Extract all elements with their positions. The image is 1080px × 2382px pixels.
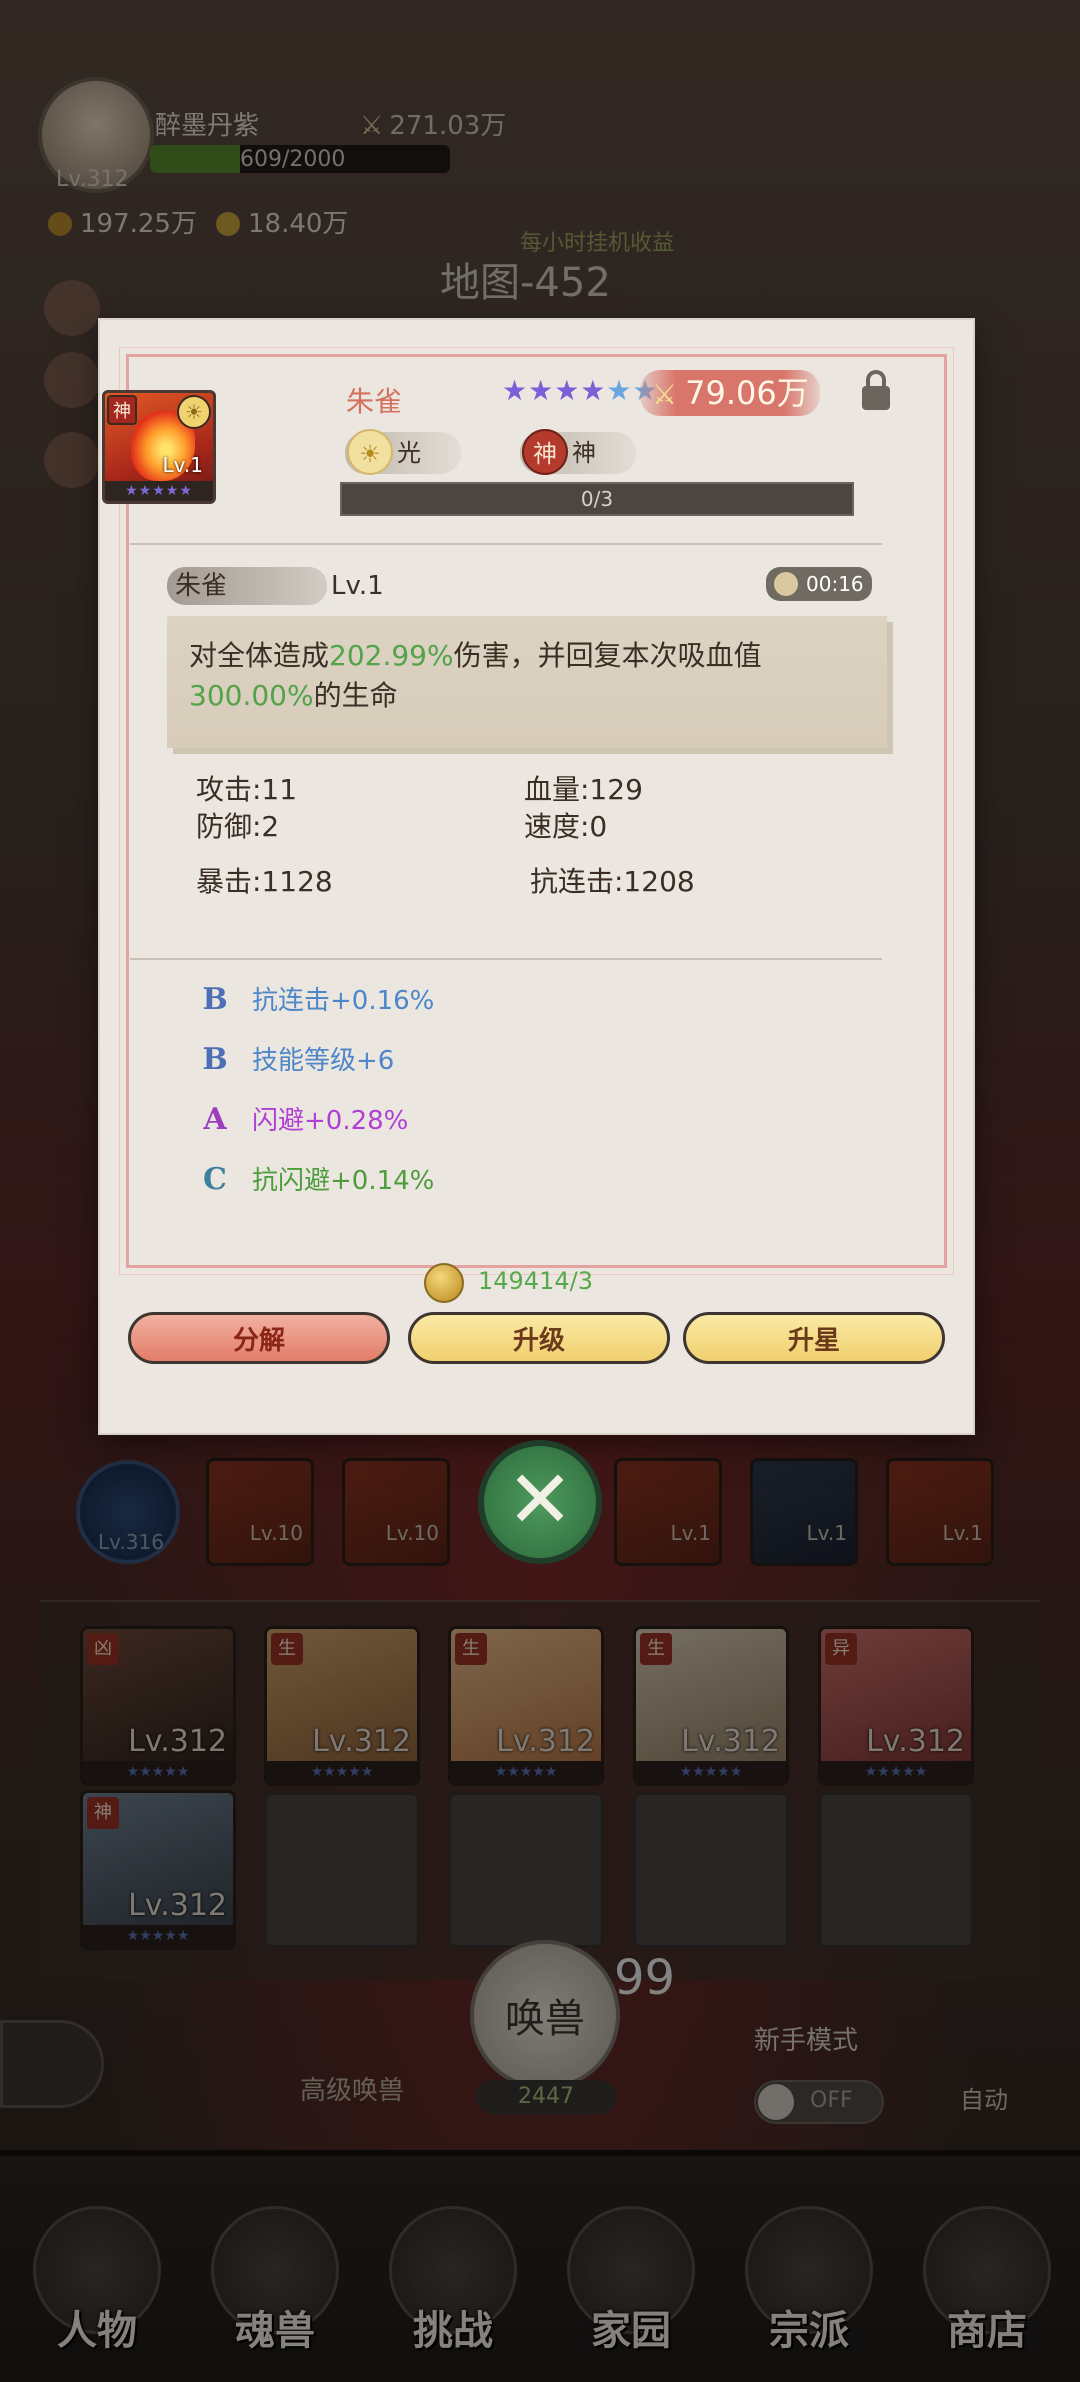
stat-speed: 速度:0 [524,810,608,843]
pet-portrait[interactable]: 神 ☀ Lv.1 ★★★★★ [102,390,216,504]
stat-defense: 防御:2 [196,810,280,843]
stat-anti-combo: 抗连击:1208 [530,865,695,898]
pet-card-level: Lv.1 [162,453,203,477]
sun-icon: ☀ [347,429,393,475]
pet-power: ⚔ 79.06万 [640,370,820,416]
bonus-row: A 闪避+0.28% [203,1102,409,1137]
swords-icon: ⚔ [652,378,678,411]
divider [130,543,882,545]
star-up-button[interactable]: 升星 [683,1312,945,1364]
lock-icon[interactable] [862,370,890,410]
decompose-button[interactable]: 分解 [128,1312,390,1364]
race-chip: 神神 [520,429,636,475]
pet-star-rating: ★★★★★★ [502,374,659,407]
god-badge-icon: 神 [522,429,568,475]
skill-level: Lv.1 [331,571,384,601]
pet-name: 朱雀 [346,385,403,418]
skill-description: 对全体造成202.99%伤害，并回复本次吸血值300.00%的生命 [167,616,887,748]
skill-cooldown: 00:16 [766,567,872,601]
bonus-row: C 抗闪避+0.14% [203,1162,435,1197]
skill-name: 朱雀 [167,567,327,605]
close-icon[interactable]: ✕ [478,1440,602,1564]
star-progress-bar: 0/3 [340,482,854,516]
hourglass-icon [774,572,798,596]
gold-coin-icon [424,1263,464,1303]
pet-card-stars: ★★★★★ [105,481,213,501]
upgrade-button[interactable]: 升级 [408,1312,670,1364]
stat-crit: 暴击:1128 [196,865,333,898]
sun-element-icon: ☀ [177,395,211,429]
element-chip: ☀ 光 [345,429,461,475]
bonus-row: B 技能等级+6 [202,1042,395,1077]
bonus-row: B 抗连击+0.16% [202,982,435,1017]
stat-attack: 攻击:11 [196,773,298,806]
divider [130,958,882,960]
race-badge: 神 [107,395,137,425]
stat-hp: 血量:129 [524,773,643,806]
